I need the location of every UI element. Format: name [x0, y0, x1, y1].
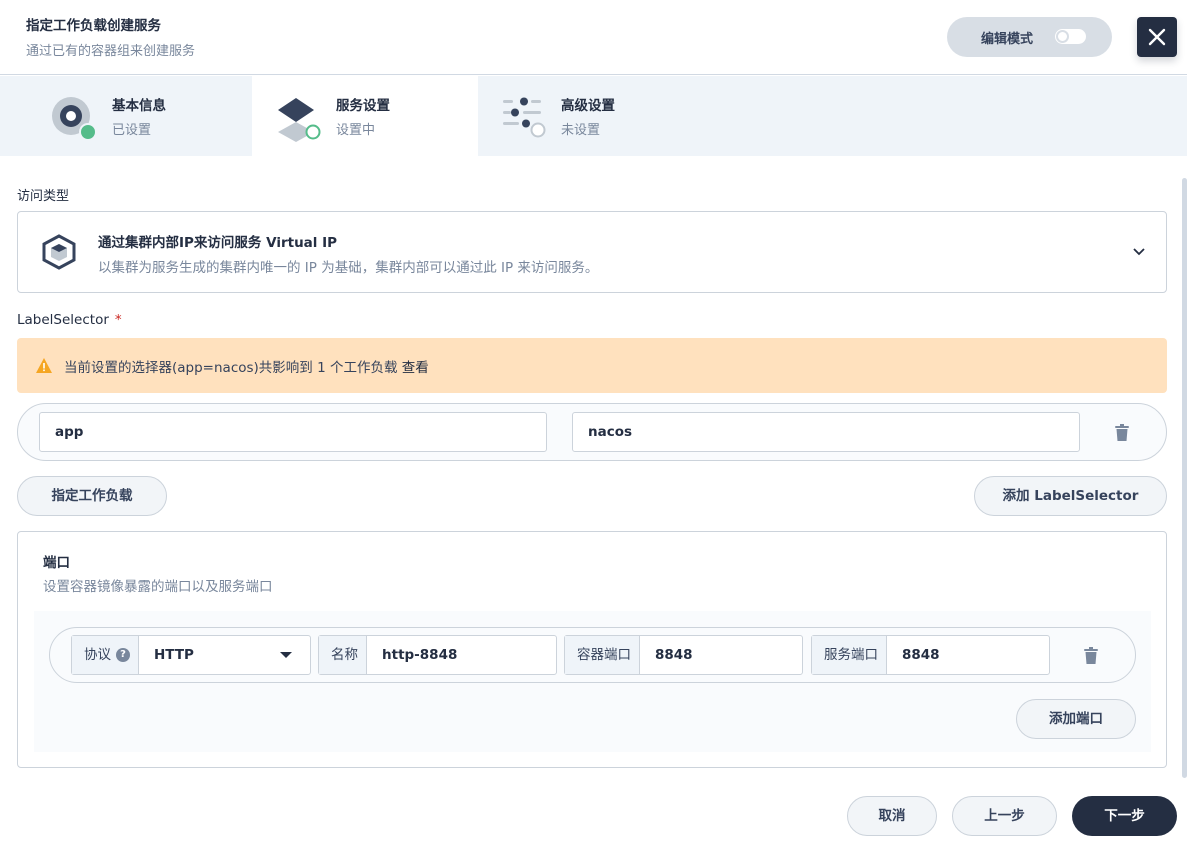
service-port-input[interactable]: 8848: [887, 636, 1049, 674]
selector-key-input[interactable]: app: [39, 412, 547, 452]
warning-text: 当前设置的选择器(app=nacos)共影响到 1 个工作负载: [64, 360, 398, 376]
wizard-steps: 基本信息 已设置 服务设置 设置中 高级设置 未设置: [0, 76, 1187, 156]
caret-down-icon: [280, 652, 292, 658]
ports-description: 设置容器镜像暴露的端口以及服务端口: [43, 579, 273, 595]
selector-value-input[interactable]: nacos: [572, 412, 1080, 452]
modal-title: 指定工作负载创建服务: [26, 18, 161, 34]
port-name-field[interactable]: 名称 http-8848: [318, 635, 557, 675]
toggle-switch-icon[interactable]: [1055, 29, 1086, 44]
close-icon: [1148, 28, 1166, 46]
advanced-settings-icon: [503, 97, 546, 138]
service-port-addon: 服务端口: [812, 636, 887, 674]
protocol-addon: 协议 ?: [72, 636, 139, 674]
service-settings-icon: [278, 98, 321, 142]
protocol-select[interactable]: 协议 ? HTTP: [71, 635, 311, 675]
ports-section: 端口 设置容器镜像暴露的端口以及服务端口 协议 ? HTTP 名称 http-8…: [17, 531, 1167, 768]
ports-title: 端口: [43, 555, 70, 571]
access-type-select[interactable]: 通过集群内部IP来访问服务 Virtual IP 以集群为服务生成的集群内唯一的…: [17, 211, 1167, 293]
basic-info-icon: [52, 97, 97, 141]
previous-step-button[interactable]: 上一步: [952, 796, 1057, 836]
step-basic-info[interactable]: 基本信息 已设置: [2, 76, 228, 156]
cancel-button[interactable]: 取消: [847, 796, 937, 836]
step-status: 设置中: [336, 123, 376, 138]
view-workloads-link[interactable]: 查看: [402, 360, 429, 376]
step-status: 未设置: [561, 123, 601, 138]
name-addon: 名称: [319, 636, 367, 674]
modal-footer: 取消 上一步 下一步: [0, 782, 1187, 842]
modal-header: 指定工作负载创建服务 通过已有的容器组来创建服务 编辑模式: [0, 0, 1187, 75]
step-title: 高级设置: [561, 98, 615, 114]
modal-subtitle: 通过已有的容器组来创建服务: [26, 44, 196, 59]
step-title: 服务设置: [336, 98, 390, 114]
trash-icon[interactable]: [1115, 424, 1129, 441]
specify-workload-button[interactable]: 指定工作负载: [17, 476, 167, 516]
edit-mode-toggle[interactable]: 编辑模式: [947, 17, 1112, 57]
step-status: 已设置: [112, 123, 152, 138]
add-port-button[interactable]: 添加端口: [1016, 699, 1136, 739]
scrollbar[interactable]: [1182, 178, 1187, 778]
container-port-input[interactable]: 8848: [640, 636, 802, 674]
close-button[interactable]: [1137, 17, 1177, 57]
selector-warning: 当前设置的选择器(app=nacos)共影响到 1 个工作负载 查看: [17, 338, 1167, 393]
port-row: 协议 ? HTTP 名称 http-8848 容器端口 8848 服务端口 88…: [49, 627, 1136, 683]
step-service-settings[interactable]: 服务设置 设置中: [252, 76, 478, 156]
container-port-addon: 容器端口: [565, 636, 640, 674]
trash-icon[interactable]: [1084, 647, 1098, 664]
access-type-label: 访问类型: [17, 189, 70, 204]
access-type-description: 以集群为服务生成的集群内唯一的 IP 为基础，集群内部可以通过此 IP 来访问服…: [98, 260, 599, 276]
label-selector-row: app nacos: [17, 403, 1167, 461]
warning-icon: [36, 358, 52, 373]
protocol-value: HTTP: [154, 647, 194, 663]
service-port-field[interactable]: 服务端口 8848: [811, 635, 1050, 675]
step-advanced-settings[interactable]: 高级设置 未设置: [477, 76, 703, 156]
step-title: 基本信息: [112, 98, 166, 114]
cube-icon: [42, 234, 76, 270]
chevron-down-icon[interactable]: [1132, 244, 1146, 258]
edit-mode-label: 编辑模式: [981, 32, 1034, 47]
add-label-selector-button[interactable]: 添加 LabelSelector: [974, 476, 1167, 516]
label-selector-label: LabelSelector *: [17, 312, 122, 328]
next-step-button[interactable]: 下一步: [1072, 796, 1177, 836]
required-mark: *: [114, 312, 122, 328]
access-type-title: 通过集群内部IP来访问服务 Virtual IP: [98, 235, 338, 251]
help-icon[interactable]: ?: [116, 648, 130, 662]
ports-list: 协议 ? HTTP 名称 http-8848 容器端口 8848 服务端口 88…: [34, 611, 1151, 752]
protocol-label: 协议: [84, 647, 111, 663]
container-port-field[interactable]: 容器端口 8848: [564, 635, 803, 675]
label-selector-text: LabelSelector: [17, 312, 109, 328]
port-name-input[interactable]: http-8848: [367, 636, 556, 674]
